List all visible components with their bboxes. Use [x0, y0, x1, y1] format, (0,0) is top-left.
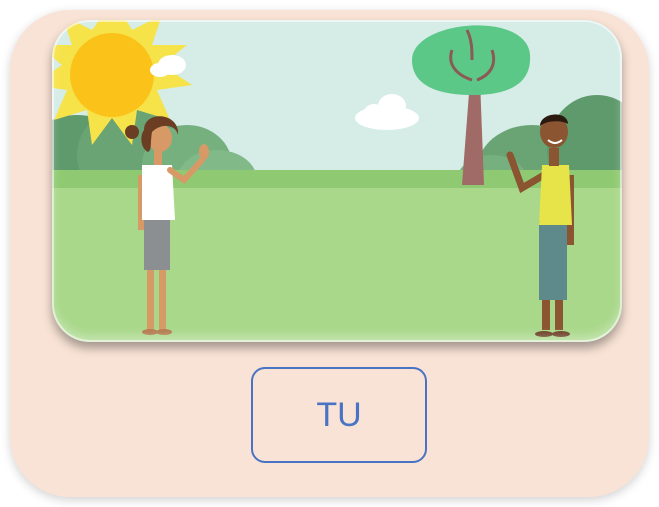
illustration-panel — [52, 20, 622, 342]
park-scene — [52, 20, 622, 342]
word-label: TU — [316, 395, 362, 434]
grass-ground — [52, 188, 622, 342]
word-answer-button[interactable]: TU — [251, 367, 427, 463]
